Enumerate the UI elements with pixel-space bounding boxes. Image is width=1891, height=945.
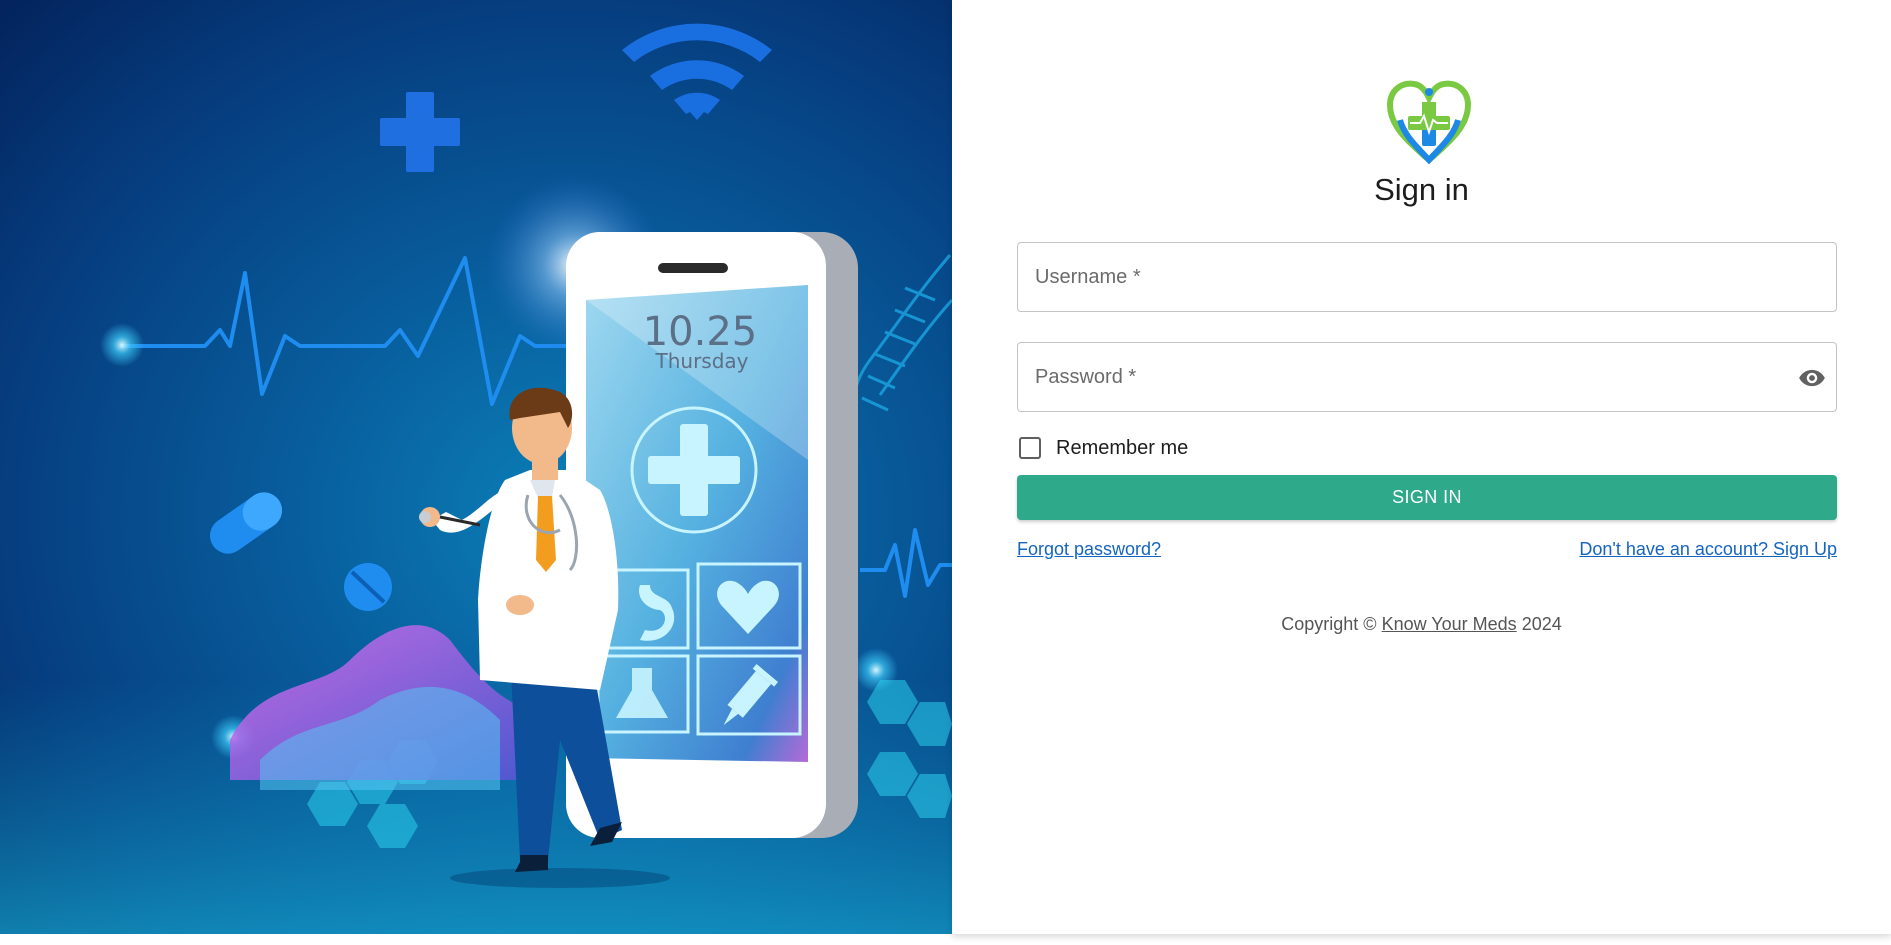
username-field[interactable]	[1017, 242, 1837, 312]
copyright-year: 2024	[1521, 614, 1562, 634]
login-page: 10.25 Thursday Sign in Username * Rememb…	[0, 0, 1891, 945]
password-field[interactable]	[1017, 342, 1837, 412]
sign-up-link[interactable]: Don't have an account? Sign Up	[1579, 539, 1837, 560]
pill-icon	[209, 492, 283, 554]
page-title: Sign in	[1374, 172, 1469, 207]
copyright-prefix: Copyright ©	[1281, 614, 1377, 634]
brand-link[interactable]: Know Your Meds	[1382, 614, 1517, 634]
remember-me-checkbox[interactable]	[1019, 437, 1041, 459]
login-panel: Sign in Remember me SIGN IN Forgot passw…	[952, 0, 1891, 934]
tablet-icon	[344, 563, 392, 611]
hero-artwork: 10.25 Thursday	[0, 23, 952, 934]
eye-icon[interactable]	[1796, 363, 1828, 393]
copyright: Copyright © Know Your Meds 2024	[952, 614, 1891, 635]
wifi-icon	[622, 23, 772, 120]
forgot-password-link[interactable]: Forgot password?	[1017, 539, 1161, 560]
hero-illustration: 10.25 Thursday	[0, 0, 952, 934]
username-input[interactable]	[1018, 243, 1836, 311]
dna-strand	[846, 254, 952, 461]
sign-in-button[interactable]: SIGN IN	[1017, 475, 1837, 520]
medical-cross-icon	[380, 92, 460, 172]
remember-me-label: Remember me	[1056, 436, 1189, 459]
remember-me-option[interactable]: Remember me	[1017, 435, 1188, 461]
password-input[interactable]	[1018, 343, 1836, 411]
heart-cross-logo-icon	[1386, 80, 1472, 165]
phone-day: Thursday	[655, 349, 749, 373]
